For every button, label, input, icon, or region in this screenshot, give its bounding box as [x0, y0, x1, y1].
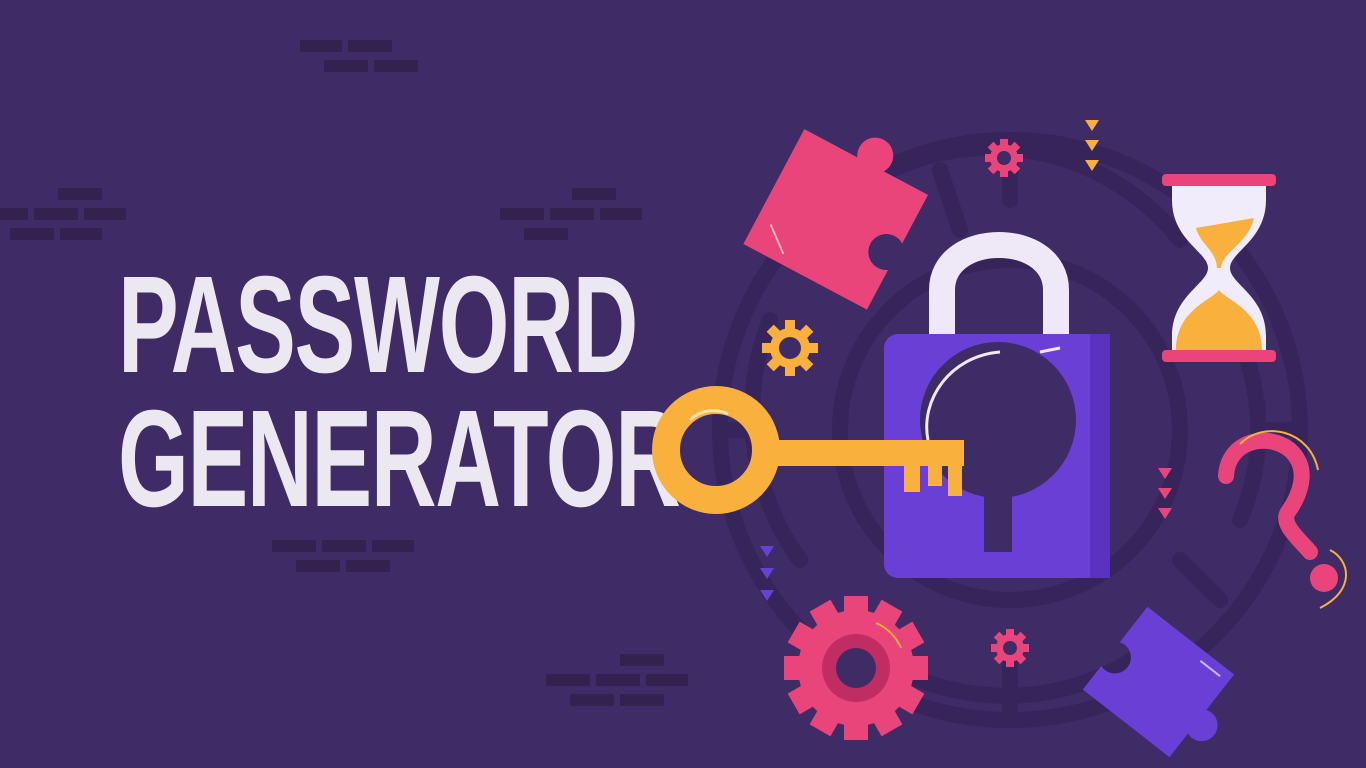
puzzle-piece-icon [743, 129, 928, 310]
gear-icon [762, 320, 818, 376]
gear-icon [784, 596, 928, 740]
gear-icon [991, 629, 1029, 667]
illustration [652, 120, 1347, 758]
gear-icon [985, 139, 1023, 177]
